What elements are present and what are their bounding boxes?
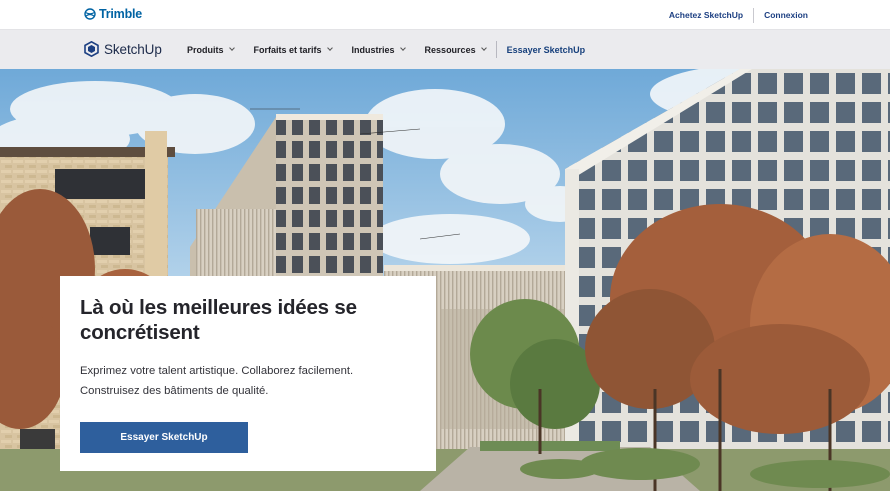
hero-description: Exprimez votre talent artistique. Collab…	[80, 365, 354, 397]
trimble-logo[interactable]: Trimble	[84, 7, 142, 21]
nav-item-ressources[interactable]: Ressources	[424, 44, 487, 55]
nav-item-industries[interactable]: Industries	[351, 44, 406, 55]
nav-divider	[495, 41, 497, 58]
chevron-down-icon	[228, 45, 235, 51]
chevron-down-icon	[399, 45, 406, 51]
buy-sketchup-link[interactable]: Achetez SketchUp	[669, 10, 743, 20]
sketchup-logo-icon	[84, 41, 99, 57]
nav-item-label: Produits	[187, 44, 224, 55]
hero-card: Là où les meilleures idées se concrétise…	[60, 276, 436, 471]
utility-divider	[753, 7, 755, 23]
utility-links: Achetez SketchUp Connexion	[669, 0, 808, 30]
try-sketchup-button[interactable]: Essayer SketchUp	[80, 422, 248, 453]
sketchup-logo[interactable]: SketchUp	[84, 41, 162, 57]
hero-section: Là où les meilleures idées se concrétise…	[0, 69, 890, 491]
chevron-down-icon	[480, 45, 487, 51]
nav-try-sketchup-link[interactable]: Essayer SketchUp	[507, 45, 586, 55]
utility-bar: Trimble Achetez SketchUp Connexion	[0, 0, 890, 30]
sketchup-logo-text: SketchUp	[104, 41, 162, 57]
nav-item-label: Ressources	[424, 44, 476, 55]
trimble-globe-icon	[84, 8, 96, 20]
nav-menu: Produits Forfaits et tarifs Industries R…	[187, 30, 585, 69]
hero-title: Là où les meilleures idées se concrétise…	[80, 296, 357, 344]
nav-item-forfaits[interactable]: Forfaits et tarifs	[253, 44, 333, 55]
trimble-logo-text: Trimble	[99, 7, 143, 21]
nav-item-produits[interactable]: Produits	[187, 44, 235, 55]
chevron-down-icon	[326, 45, 333, 51]
main-nav: SketchUp Produits Forfaits et tarifs Ind…	[0, 30, 890, 69]
nav-item-label: Forfaits et tarifs	[253, 44, 322, 55]
login-link[interactable]: Connexion	[764, 10, 808, 20]
nav-item-label: Industries	[351, 44, 395, 55]
